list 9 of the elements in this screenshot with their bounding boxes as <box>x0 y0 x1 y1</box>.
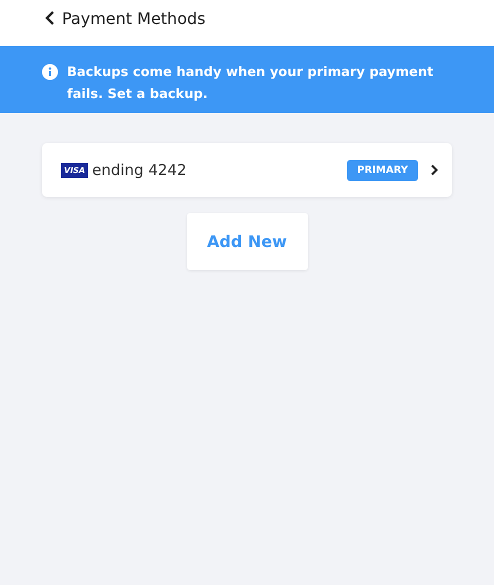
chevron-right-icon <box>430 164 438 176</box>
payment-card[interactable]: VISA ending 4242 PRIMARY <box>42 143 452 197</box>
banner-text: Backups come handy when your primary payment fails. Set a backup. <box>67 64 434 104</box>
info-icon <box>42 64 58 80</box>
back-icon[interactable] <box>45 11 55 25</box>
page-title: Payment Methods <box>62 8 206 28</box>
card-brand-logo: VISA <box>61 162 88 178</box>
primary-badge: PRIMARY <box>347 160 418 180</box>
card-label: ending 4242 <box>92 161 188 179</box>
